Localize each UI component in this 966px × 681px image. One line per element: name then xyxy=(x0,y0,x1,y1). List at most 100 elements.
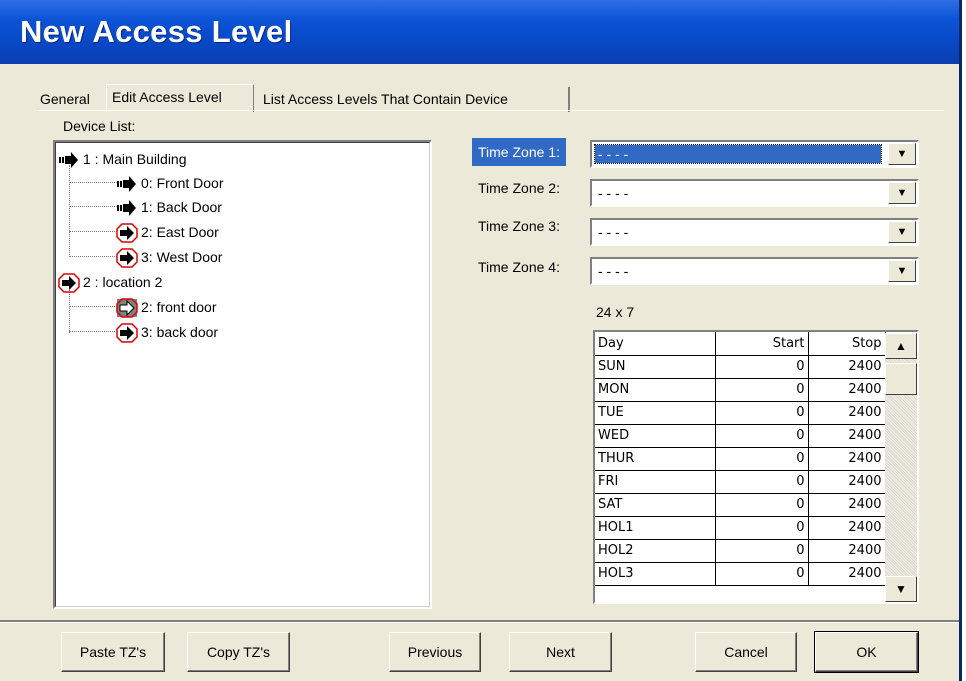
time-zone-2-value: - - - - xyxy=(598,185,629,201)
cell-stop[interactable]: 2400 xyxy=(808,516,886,540)
tree-node-label: 2 : location 2 xyxy=(83,274,163,290)
cell-stop[interactable]: 2400 xyxy=(808,355,886,379)
cell-start[interactable]: 0 xyxy=(715,355,809,379)
cell-stop[interactable]: 2400 xyxy=(808,378,886,402)
scroll-thumb[interactable] xyxy=(885,363,917,395)
next-button[interactable]: Next xyxy=(509,632,612,672)
cell-start[interactable]: 0 xyxy=(715,516,809,540)
tree-connector xyxy=(69,231,117,232)
time-zone-3-select[interactable]: - - - - ▼ xyxy=(590,218,919,246)
table-row[interactable]: MON 0 2400 xyxy=(595,378,886,402)
previous-button[interactable]: Previous xyxy=(389,632,481,672)
table-row[interactable]: FRI 0 2400 xyxy=(595,470,886,494)
tree-node-label: 2: East Door xyxy=(141,224,219,240)
time-zone-4-select[interactable]: - - - - ▼ xyxy=(590,257,919,285)
tree-connector xyxy=(69,182,117,183)
tree-connector xyxy=(69,165,70,257)
chevron-down-icon[interactable]: ▼ xyxy=(888,260,916,282)
arrow-denied-icon xyxy=(116,223,138,244)
tree-node-label: 1 : Main Building xyxy=(83,151,187,167)
tree-node-main-building[interactable]: 1 : Main Building xyxy=(58,148,187,170)
schedule-scrollbar[interactable]: ▲ ▼ xyxy=(885,333,917,602)
scroll-down-icon[interactable]: ▼ xyxy=(885,576,917,602)
arrow-disabled-icon xyxy=(116,298,138,319)
time-zone-2-label: Time Zone 2: xyxy=(478,180,560,196)
time-zone-2-select[interactable]: - - - - ▼ xyxy=(590,179,919,207)
table-row[interactable]: HOL1 0 2400 xyxy=(595,516,886,540)
cell-day[interactable]: HOL1 xyxy=(595,516,716,540)
cell-day[interactable]: HOL3 xyxy=(595,562,716,586)
tab-list-access-levels[interactable]: List Access Levels That Contain Device xyxy=(258,87,570,112)
arrow-denied-icon xyxy=(116,323,138,344)
title-bar[interactable]: New Access Level xyxy=(0,0,959,64)
cell-stop[interactable]: 2400 xyxy=(808,447,886,471)
time-zone-1-value: - - - - xyxy=(594,144,882,164)
copy-tz-button[interactable]: Copy TZ's xyxy=(187,632,290,672)
tree-node-label: 0: Front Door xyxy=(141,175,224,191)
arrow-icon xyxy=(117,176,136,193)
table-row[interactable]: SUN 0 2400 xyxy=(595,355,886,379)
column-header-day[interactable]: Day xyxy=(595,332,716,356)
cell-start[interactable]: 0 xyxy=(715,447,809,471)
tree-node-front-door-2[interactable]: 2: front door xyxy=(116,296,217,319)
cell-stop[interactable]: 2400 xyxy=(808,470,886,494)
device-tree[interactable]: 1 : Main Building 0: Front Door 1: Back … xyxy=(53,140,432,609)
tree-node-location-2[interactable]: 2 : location 2 xyxy=(58,271,163,294)
cell-stop[interactable]: 2400 xyxy=(808,401,886,425)
cell-day[interactable]: SAT xyxy=(595,493,716,517)
paste-tz-button[interactable]: Paste TZ's xyxy=(61,632,165,672)
tree-node-back-door-2[interactable]: 3: back door xyxy=(116,321,218,344)
arrow-icon xyxy=(117,200,136,217)
tree-node-west-door[interactable]: 3: West Door xyxy=(116,246,223,269)
table-row[interactable]: TUE 0 2400 xyxy=(595,401,886,425)
scroll-up-icon[interactable]: ▲ xyxy=(885,333,917,359)
cell-start[interactable]: 0 xyxy=(715,493,809,517)
table-row[interactable]: HOL3 0 2400 xyxy=(595,562,886,586)
tree-node-label: 3: West Door xyxy=(141,249,223,265)
tree-connector xyxy=(69,256,117,257)
column-header-stop[interactable]: Stop xyxy=(808,332,886,356)
cell-stop[interactable]: 2400 xyxy=(808,424,886,448)
table-row[interactable]: HOL2 0 2400 xyxy=(595,539,886,563)
schedule-grid[interactable]: Day Start Stop SUN 0 2400 MON 0 2400 TUE 0 240… xyxy=(593,330,919,604)
schedule-table: Day Start Stop SUN 0 2400 MON 0 2400 TUE 0 240… xyxy=(595,332,886,586)
cell-day[interactable]: TUE xyxy=(595,401,716,425)
arrow-icon xyxy=(59,152,78,169)
cell-day[interactable]: HOL2 xyxy=(595,539,716,563)
cell-day[interactable]: SUN xyxy=(595,355,716,379)
chevron-down-icon[interactable]: ▼ xyxy=(888,221,916,243)
chevron-down-icon[interactable]: ▼ xyxy=(888,182,916,204)
cell-stop[interactable]: 2400 xyxy=(808,539,886,563)
cell-stop[interactable]: 2400 xyxy=(808,562,886,586)
cell-start[interactable]: 0 xyxy=(715,378,809,402)
tab-general[interactable]: General xyxy=(35,87,99,112)
arrow-denied-icon xyxy=(116,248,138,269)
tree-connector xyxy=(69,306,117,307)
tree-node-back-door[interactable]: 1: Back Door xyxy=(116,196,222,218)
time-zone-1-select[interactable]: - - - - ▼ xyxy=(590,140,919,168)
cell-start[interactable]: 0 xyxy=(715,401,809,425)
tree-node-label: 1: Back Door xyxy=(141,199,222,215)
tab-panel-border xyxy=(38,110,944,111)
time-zone-1-label: Time Zone 1: xyxy=(472,138,566,166)
cell-start[interactable]: 0 xyxy=(715,539,809,563)
column-header-start[interactable]: Start xyxy=(715,332,809,356)
cell-start[interactable]: 0 xyxy=(715,562,809,586)
cell-day[interactable]: MON xyxy=(595,378,716,402)
cell-day[interactable]: FRI xyxy=(595,470,716,494)
cell-day[interactable]: WED xyxy=(595,424,716,448)
tree-node-front-door[interactable]: 0: Front Door xyxy=(116,172,223,194)
tab-edit-access-level[interactable]: Edit Access Level xyxy=(106,84,254,112)
tree-node-east-door[interactable]: 2: East Door xyxy=(116,221,219,244)
divider xyxy=(0,620,959,623)
cell-stop[interactable]: 2400 xyxy=(808,493,886,517)
chevron-down-icon[interactable]: ▼ xyxy=(888,143,916,165)
cell-day[interactable]: THUR xyxy=(595,447,716,471)
table-row[interactable]: THUR 0 2400 xyxy=(595,447,886,471)
cell-start[interactable]: 0 xyxy=(715,424,809,448)
ok-button[interactable]: OK xyxy=(814,631,919,673)
table-row[interactable]: SAT 0 2400 xyxy=(595,493,886,517)
cell-start[interactable]: 0 xyxy=(715,470,809,494)
cancel-button[interactable]: Cancel xyxy=(695,632,797,672)
table-row[interactable]: WED 0 2400 xyxy=(595,424,886,448)
